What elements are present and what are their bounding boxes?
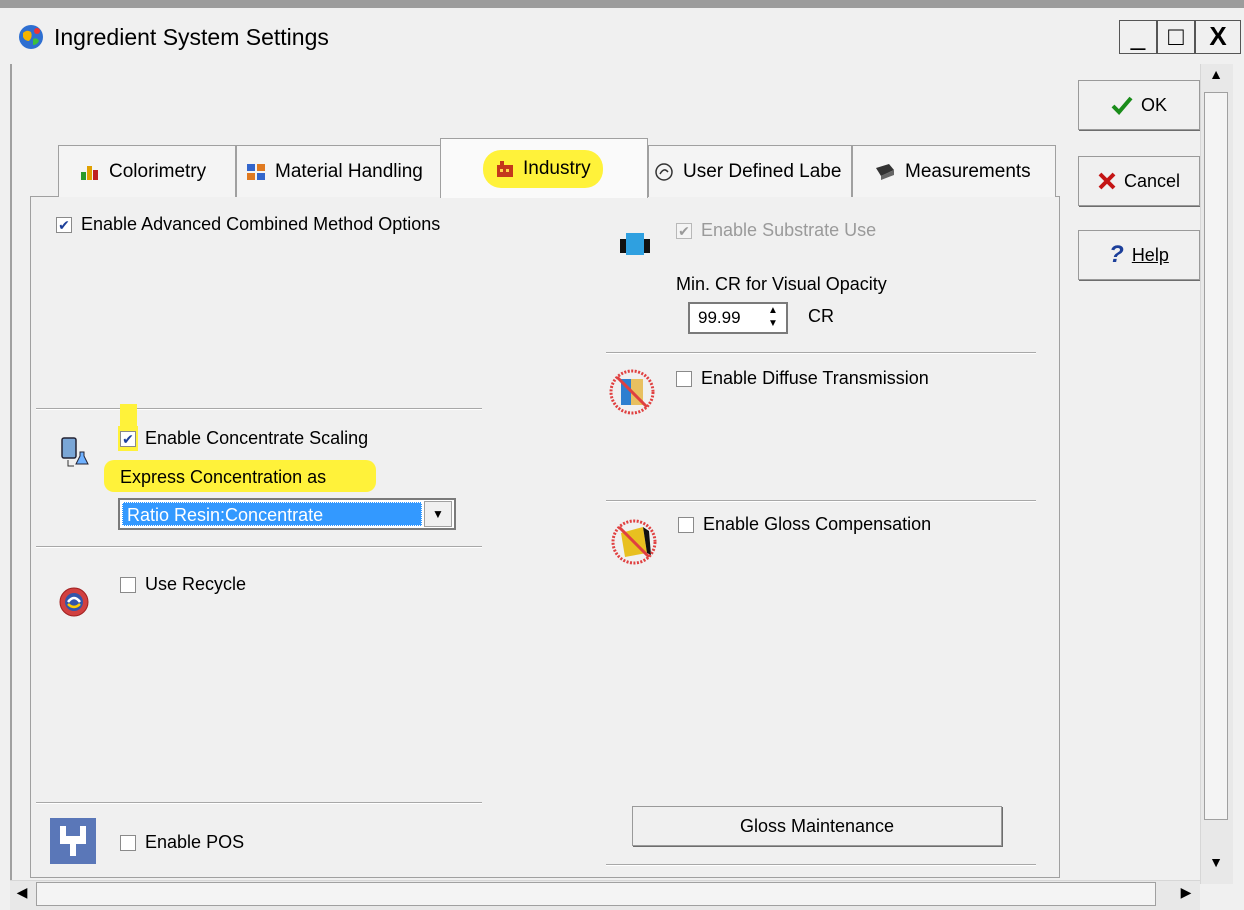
diffuse-transmission-option[interactable]: Enable Diffuse Transmission [676,368,929,389]
enable-pos-option[interactable]: Enable POS [120,832,244,853]
maximize-button[interactable]: □ [1157,20,1195,54]
gloss-compensation-icon [608,516,660,568]
help-button[interactable]: ? Help [1078,230,1200,280]
min-cr-spinner[interactable]: 99.99 ▲ ▼ [688,302,788,334]
cancel-label: Cancel [1123,170,1181,191]
gloss-compensation-checkbox[interactable] [678,517,694,534]
diffuse-transmission-label: Enable Diffuse Transmission [701,368,929,388]
min-cr-label: Min. CR for Visual Opacity [676,274,887,294]
app-globe-icon [16,22,46,52]
use-recycle-option[interactable]: Use Recycle [120,574,246,595]
diffuse-transmission-icon [606,366,658,418]
gloss-compensation-label: Enable Gloss Compensation [703,514,932,534]
checkmark-icon [1111,95,1133,115]
min-cr-value: 99.99 [698,308,741,327]
tab-industry[interactable]: Industry [440,138,648,198]
advanced-combined-checkbox[interactable]: ✔ [56,217,72,234]
gloss-compensation-option[interactable]: Enable Gloss Compensation [678,514,931,535]
window-title: Ingredient System Settings [54,24,329,50]
scroll-up-arrow-icon[interactable]: ▲ [1202,66,1230,92]
pos-icon [50,818,96,864]
tab-colorimetry[interactable]: Colorimetry [58,145,236,197]
recycle-icon [56,584,92,620]
separator [36,408,482,410]
horizontal-scroll-thumb[interactable] [36,882,1156,906]
use-recycle-checkbox[interactable] [120,577,136,594]
substrate-option[interactable]: ✔ Enable Substrate Use [676,220,876,241]
measurements-icon [873,162,897,182]
diffuse-transmission-checkbox[interactable] [676,371,692,388]
cancel-button[interactable]: Cancel [1078,156,1200,206]
scroll-down-arrow-icon[interactable]: ▼ [1202,854,1230,880]
separator [36,802,482,804]
advanced-combined-label: Enable Advanced Combined Method Options [81,214,441,234]
material-handling-icon [245,162,267,182]
tab-label: Material Handling [275,160,423,182]
min-cr-unit: CR [808,306,834,326]
substrate-checkbox[interactable]: ✔ [676,223,692,240]
colorimetry-icon [79,162,101,182]
ok-button[interactable]: OK [1078,80,1200,130]
advanced-combined-option[interactable]: ✔ Enable Advanced Combined Method Option… [56,214,440,235]
spinner-arrows-icon[interactable]: ▲ ▼ [768,304,778,330]
enable-pos-checkbox[interactable] [120,835,136,852]
tab-label: Industry [523,157,591,179]
tab-user-defined-labels[interactable]: User Defined Labe [648,145,852,197]
minimize-button[interactable]: _ [1119,20,1157,54]
dropdown-selected-value: Ratio Resin:Concentrate [122,502,422,526]
help-label: Help [1131,244,1169,265]
scroll-left-arrow-icon[interactable]: ◀ [12,884,32,906]
separator [606,352,1036,354]
enable-pos-label: Enable POS [145,832,245,852]
tab-material-handling[interactable]: Material Handling [236,145,442,197]
use-recycle-label: Use Recycle [145,574,247,594]
concentrate-scaling-icon [56,432,96,472]
tab-label: Colorimetry [109,160,207,182]
tab-label: Measurements [905,160,1031,182]
vertical-scroll-thumb[interactable] [1204,92,1228,820]
separator [606,500,1036,502]
concentrate-scaling-label: Enable Concentrate Scaling [145,428,369,448]
concentrate-checkbox-highlight: ✔ [118,426,138,451]
express-concentration-label: Express Concentration as [104,460,376,492]
x-mark-icon [1098,172,1116,190]
concentrate-scaling-checkbox[interactable]: ✔ [120,431,136,448]
question-mark-icon: ? [1109,241,1124,268]
industry-tab-highlight: Industry [483,149,603,188]
express-concentration-dropdown[interactable]: Ratio Resin:Concentrate ▼ [118,498,456,530]
industry-icon [495,159,515,179]
separator [606,864,1036,866]
separator [36,546,482,548]
user-defined-labels-icon [653,161,675,183]
ok-label: OK [1140,94,1167,115]
close-button[interactable]: X [1195,20,1241,54]
tab-label: User Defined Labe [683,160,842,182]
tab-measurements[interactable]: Measurements [852,145,1056,197]
scroll-right-arrow-icon[interactable]: ▶ [1176,884,1196,906]
industry-tab-panel [30,196,1060,878]
gloss-maintenance-button[interactable]: Gloss Maintenance [632,806,1002,846]
chevron-down-icon[interactable]: ▼ [424,501,452,527]
substrate-label: Enable Substrate Use [701,220,877,240]
substrate-icon [618,228,652,258]
concentrate-scaling-option[interactable]: ✔ Enable Concentrate Scaling [118,426,368,451]
